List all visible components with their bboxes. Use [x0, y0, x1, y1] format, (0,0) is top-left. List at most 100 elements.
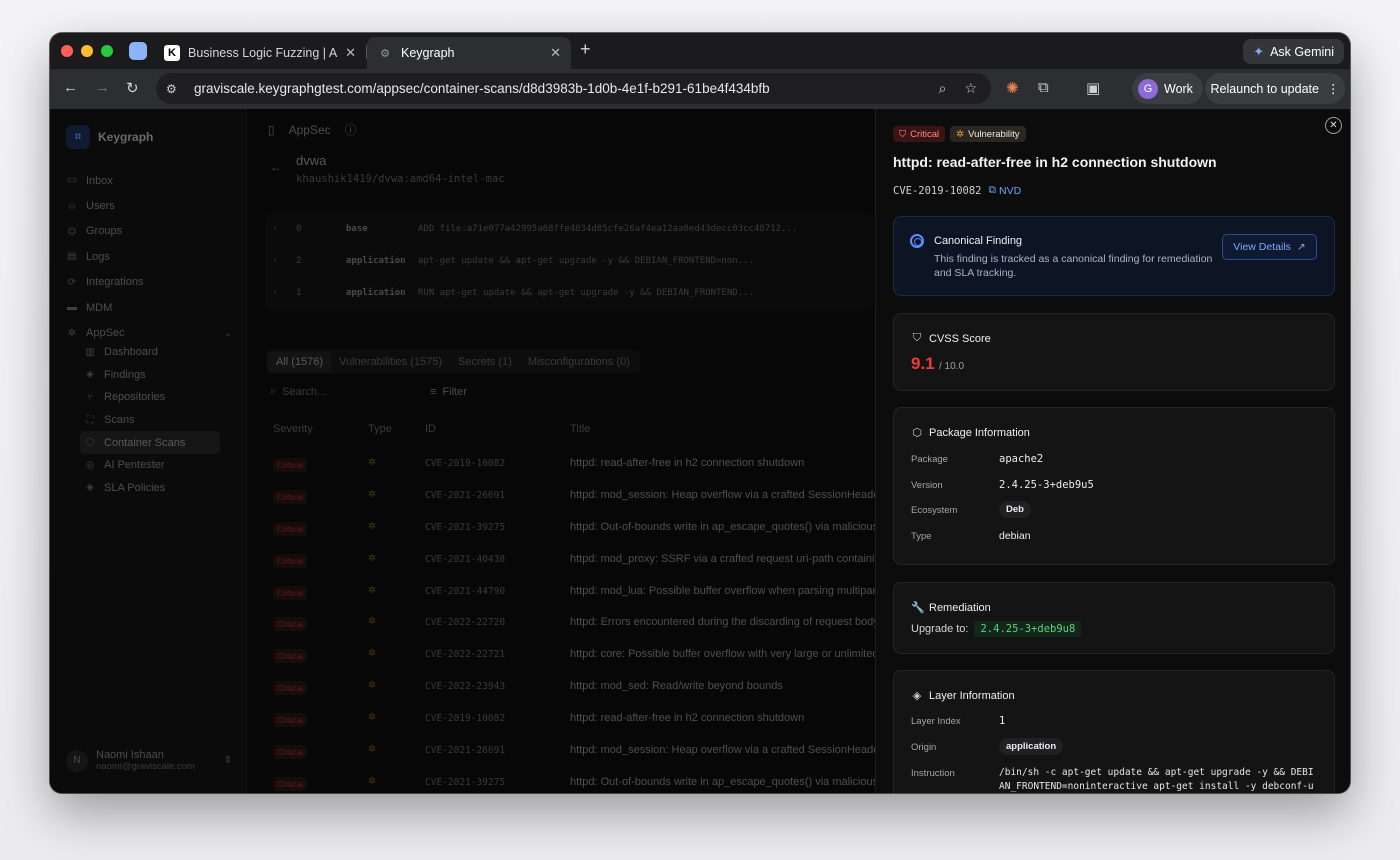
- view-details-button[interactable]: View Details ↗: [1222, 234, 1317, 260]
- browser-tab-business-logic[interactable]: K Business Logic Fuzzing | Auth ✕: [154, 37, 366, 69]
- sidebar-item-inbox[interactable]: ▭ Inbox: [66, 168, 232, 193]
- column-header-id[interactable]: ID: [425, 423, 436, 435]
- cvss-card: ⛉ CVSS Score 9.1 / 10.0: [893, 313, 1335, 391]
- site-settings-icon[interactable]: ⚙: [166, 82, 184, 96]
- layer-row[interactable]: › 0 base ADD file:a71e077a42995a68ffe4834d8…: [266, 213, 874, 245]
- bug-icon: ✲: [956, 128, 965, 140]
- tab-all[interactable]: All (1576): [268, 352, 332, 372]
- maximize-window-button[interactable]: [101, 45, 113, 57]
- table-row[interactable]: Critical ✲ CVE-2019-10082 httpd: read-after…: [248, 449, 874, 481]
- forward-arrow-icon[interactable]: →: [95, 79, 110, 96]
- sidebar-item-scans[interactable]: ⛶ Scans: [80, 409, 220, 432]
- sidebar-item-users[interactable]: ☺ Users: [66, 193, 232, 218]
- severity-badge: ⛉ Critical: [893, 126, 946, 142]
- severity-badge: Critical: [273, 489, 307, 504]
- bookmark-star-icon[interactable]: ☆: [964, 80, 977, 97]
- tab-misconfigurations[interactable]: Misconfigurations (0): [520, 352, 638, 372]
- search-input[interactable]: ⌕ Search...: [270, 385, 410, 398]
- minimize-window-button[interactable]: [81, 45, 93, 57]
- tab-vulnerabilities[interactable]: Vulnerabilities (1575): [331, 352, 450, 372]
- severity-badge: Critical: [273, 521, 307, 536]
- sidebar-item-repositories[interactable]: ⑂ Repositories: [80, 386, 220, 409]
- layer-row[interactable]: › 2 application apt-get update && apt-get u…: [266, 245, 874, 277]
- sidebar-item-logs[interactable]: ▤ Logs: [66, 244, 232, 269]
- close-panel-button[interactable]: ✕: [1325, 117, 1342, 134]
- address-bar[interactable]: ⚙ graviscale.keygraphgtest.com/appsec/co…: [156, 73, 991, 104]
- extensions-puzzle-icon[interactable]: ⧉: [1038, 79, 1049, 96]
- table-row[interactable]: Critical ✲ CVE-2021-44790 httpd: mod_lua: P…: [248, 577, 888, 609]
- finding-title: httpd: read-after-free in h2 connection …: [570, 712, 805, 725]
- column-header-type[interactable]: Type: [368, 423, 392, 435]
- sidebar-item-ai-pentester[interactable]: ◎ AI Pentester: [80, 454, 220, 477]
- filter-button[interactable]: ≡ Filter: [430, 386, 467, 398]
- url-text[interactable]: graviscale.keygraphgtest.com/appsec/cont…: [194, 81, 939, 96]
- finding-title: httpd: mod_session: Heap overflow via a …: [570, 744, 892, 757]
- ask-gemini-label: Ask Gemini: [1270, 44, 1334, 59]
- section-title: AppSec: [288, 122, 331, 137]
- profile-button[interactable]: G Work: [1132, 73, 1203, 104]
- ecosystem-label: Ecosystem: [911, 505, 958, 516]
- relaunch-button[interactable]: Relaunch to update ⋮: [1205, 73, 1345, 104]
- column-header-severity[interactable]: Severity: [273, 423, 313, 435]
- table-row[interactable]: Critical ✲ CVE-2019-10082 httpd: read-after…: [248, 704, 874, 736]
- cve-id: CVE-2021-26691: [425, 745, 506, 757]
- git-branch-icon: ⑂: [87, 391, 93, 403]
- arrow-up-right-icon: ↗: [1296, 241, 1306, 253]
- info-icon[interactable]: ⓘ: [345, 121, 357, 138]
- findings-table: Critical ✲ CVE-2019-10082 httpd: read-after…: [248, 449, 892, 793]
- sidebar-toggle-icon[interactable]: ▯: [268, 123, 275, 137]
- close-window-button[interactable]: [61, 45, 73, 57]
- sidebar-item-findings[interactable]: ◈ Findings: [80, 364, 220, 387]
- nvd-link[interactable]: ⧉ NVD: [989, 184, 1022, 197]
- sidebar-item-label: MDM: [86, 301, 113, 314]
- sidebar-item-sla-policies[interactable]: ◈ SLA Policies: [80, 477, 220, 500]
- back-arrow-icon[interactable]: ←: [63, 79, 78, 96]
- layer-row[interactable]: › 1 application RUN apt-get update && apt-g…: [266, 277, 874, 309]
- table-row[interactable]: Critical ✲ CVE-2021-26691 httpd: mod_sessio…: [248, 736, 892, 768]
- ask-gemini-button[interactable]: ✦ Ask Gemini: [1243, 39, 1344, 64]
- finding-title: httpd: core: Possible buffer overflow wi…: [570, 648, 885, 661]
- close-tab-icon[interactable]: ✕: [345, 45, 356, 61]
- nvd-label: NVD: [999, 184, 1022, 197]
- layer-command: RUN apt-get update && apt-get upgrade -y…: [418, 288, 754, 298]
- back-arrow-icon[interactable]: ←: [270, 160, 282, 174]
- sidebar-item-label: SLA Policies: [104, 481, 166, 494]
- sidebar-item-container-scans[interactable]: ⬡ Container Scans: [80, 431, 220, 454]
- table-row[interactable]: Critical ✲ CVE-2022-22720 httpd: Errors enc…: [248, 608, 884, 640]
- finding-title: httpd: mod_lua: Possible buffer overflow…: [570, 584, 888, 597]
- user-email: naomi@graviscale.com: [96, 761, 195, 772]
- sidebar-item-integrations[interactable]: ⟳ Integrations: [66, 270, 232, 295]
- severity-badge: Critical: [273, 458, 307, 472]
- sidebar-item-mdm[interactable]: ▬ MDM: [66, 295, 232, 320]
- table-row[interactable]: Critical ✲ CVE-2022-23943 httpd: mod_sed: R…: [248, 672, 874, 704]
- tab-secrets[interactable]: Secrets (1): [450, 352, 520, 372]
- brand[interactable]: ⌗ Keygraph: [66, 125, 153, 149]
- new-tab-button[interactable]: +: [580, 39, 591, 60]
- extension-sun-icon[interactable]: ✺: [1006, 79, 1019, 97]
- table-row[interactable]: Critical ✲ CVE-2022-22721 httpd: core: Poss…: [248, 640, 884, 672]
- user-menu[interactable]: N Naomi Ishaan naomi@graviscale.com ⇕: [66, 749, 232, 772]
- chevron-right-icon: ›: [272, 224, 278, 234]
- table-row[interactable]: Critical ✲ CVE-2021-39275 httpd: Out-of-bou…: [248, 513, 884, 545]
- browser-tab-keygraph[interactable]: ⚙ Keygraph ✕: [367, 37, 571, 69]
- tab-search-icon[interactable]: ▣: [1086, 79, 1100, 97]
- cvss-score: 9.1: [911, 354, 935, 373]
- sidebar-item-dashboard[interactable]: ▥ Dashboard: [80, 341, 220, 364]
- close-tab-icon[interactable]: ✕: [550, 45, 561, 61]
- sidebar-item-label: Findings: [104, 368, 146, 381]
- kebab-menu-icon[interactable]: ⋮: [1327, 81, 1340, 96]
- tab-group-icon[interactable]: [129, 42, 147, 60]
- container-box-icon: ⬡: [85, 437, 95, 449]
- zoom-icon[interactable]: ⌕: [939, 80, 947, 97]
- sidebar-item-groups[interactable]: ⛭ Groups: [66, 219, 232, 244]
- finding-detail-panel: ✕ ⛉ Critical ✲ Vulnerability httpd: read…: [875, 109, 1350, 793]
- reload-icon[interactable]: ↻: [126, 79, 139, 97]
- logs-icon: ▤: [67, 251, 77, 263]
- table-row[interactable]: Critical ✲ CVE-2021-26691 httpd: mod_sessio…: [248, 481, 892, 513]
- column-header-title[interactable]: Title: [570, 423, 590, 435]
- table-row[interactable]: Critical ✲ CVE-2021-39275 httpd: Out-of-bou…: [248, 768, 884, 793]
- appsec-icon: ✲: [67, 327, 77, 339]
- table-row[interactable]: Critical ✲ CVE-2021-40438 httpd: mod_proxy:…: [248, 545, 887, 577]
- image-reference: khaushik1419/dvwa:amd64-intel-mac: [296, 173, 505, 185]
- severity-badge: Critical: [273, 585, 307, 600]
